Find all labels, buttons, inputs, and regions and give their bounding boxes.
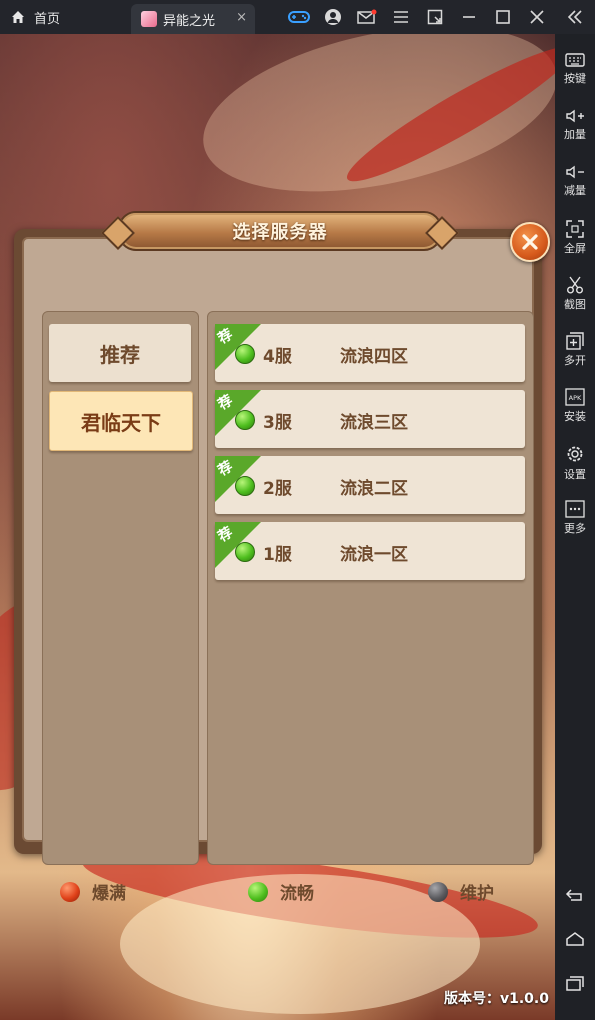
recent-apps-icon [566, 976, 584, 991]
game-tab[interactable]: 异能之光 × [131, 4, 255, 34]
android-home-button[interactable] [555, 924, 595, 954]
sidebar-item-label: 按键 [564, 72, 586, 85]
android-back-button[interactable] [555, 880, 595, 910]
server-list: 荐 4服 流浪四区 荐 3服 流浪三区 荐 2服 流浪二区 荐 1服 流浪一区 [207, 311, 534, 865]
gear-icon [567, 446, 583, 462]
server-number: 4服 [263, 347, 292, 367]
volume-up-icon [566, 109, 584, 123]
game-tab-label: 异能之光 [163, 13, 216, 29]
server-name: 流浪二区 [340, 479, 408, 499]
sidebar-item-install-apk[interactable]: APK 安装 [555, 388, 595, 440]
emulator-sidebar: 按键 加量 减量 全屏 截图 多开 APK 安装 设置 更多 [555, 34, 595, 1020]
sidebar-item-label: 安装 [564, 410, 586, 423]
status-red-icon [60, 881, 80, 902]
dialog-frame: 推荐 君临天下 荐 4服 流浪四区 荐 3服 流浪三区 荐 2服 流浪二区 荐 … [14, 229, 542, 904]
mail-icon[interactable] [353, 0, 381, 34]
more-icon [565, 500, 585, 518]
close-window-icon[interactable] [523, 0, 551, 34]
legend-full: 爆满 [60, 879, 126, 904]
legend-smooth: 流畅 [248, 879, 314, 904]
server-name: 流浪一区 [340, 545, 408, 565]
sidebar-item-label: 截图 [564, 298, 586, 311]
version-label: 版本号：v1.0.0 [444, 991, 549, 1007]
legend-maintenance: 维护 [428, 879, 494, 904]
sidebar-item-keymap[interactable]: 按键 [555, 52, 595, 104]
status-green-icon [235, 542, 255, 562]
collapse-sidebar-icon[interactable] [561, 0, 589, 34]
server-row-3[interactable]: 荐 3服 流浪三区 [215, 390, 525, 448]
svg-text:APK: APK [569, 394, 582, 402]
category-junlin-tianxia[interactable]: 君临天下 [49, 391, 193, 451]
game-app-icon [141, 11, 157, 27]
menu-icon[interactable] [387, 0, 415, 34]
status-green-icon [235, 344, 255, 364]
server-name: 流浪四区 [340, 347, 408, 367]
tab-close-icon[interactable]: × [236, 10, 247, 25]
home-tab-label: 首页 [34, 11, 61, 27]
sidebar-item-multi-instance[interactable]: 多开 [555, 332, 595, 384]
volume-down-icon [566, 165, 584, 179]
sidebar-item-label: 更多 [564, 522, 586, 535]
scissors-icon [567, 276, 583, 294]
apk-install-icon: APK [565, 388, 585, 406]
user-avatar-icon[interactable] [319, 0, 347, 34]
dialog-title: 选择服务器 [232, 222, 328, 243]
status-green-icon [235, 410, 255, 430]
sidebar-item-volume-up[interactable]: 加量 [555, 108, 595, 160]
sidebar-item-fullscreen[interactable]: 全屏 [555, 220, 595, 272]
sidebar-item-label: 加量 [564, 128, 586, 141]
legend-label: 流畅 [280, 884, 314, 904]
category-recommended[interactable]: 推荐 [49, 324, 191, 382]
android-recents-button[interactable] [555, 968, 595, 998]
close-icon [522, 234, 538, 250]
popout-icon[interactable] [421, 0, 449, 34]
minimize-icon[interactable] [455, 0, 483, 34]
status-legend: 爆满 流畅 维护 [42, 875, 532, 909]
server-number: 3服 [263, 413, 292, 433]
home-icon [12, 11, 24, 23]
legend-label: 维护 [460, 884, 494, 904]
fullscreen-icon [566, 220, 584, 238]
dialog-title-plate: 选择服务器 [101, 211, 459, 251]
sidebar-item-volume-down[interactable]: 减量 [555, 164, 595, 216]
maximize-icon[interactable] [489, 0, 517, 34]
game-viewport[interactable]: 推荐 君临天下 荐 4服 流浪四区 荐 3服 流浪三区 荐 2服 流浪二区 荐 … [0, 34, 555, 1020]
server-row-4[interactable]: 荐 4服 流浪四区 [215, 324, 525, 382]
back-icon [565, 889, 582, 901]
gamepad-icon[interactable] [285, 0, 313, 34]
home-icon [566, 932, 584, 946]
legend-label: 爆满 [92, 884, 126, 904]
server-number: 1服 [263, 545, 292, 565]
multi-instance-icon [566, 332, 584, 350]
sidebar-item-screenshot[interactable]: 截图 [555, 276, 595, 328]
category-label: 推荐 [100, 342, 140, 367]
server-number: 2服 [263, 479, 292, 499]
close-dialog-button[interactable] [510, 222, 550, 262]
category-label: 君临天下 [81, 410, 161, 435]
sidebar-item-label: 全屏 [564, 242, 586, 255]
server-row-1[interactable]: 荐 1服 流浪一区 [215, 522, 525, 580]
sidebar-item-label: 减量 [564, 184, 586, 197]
window-titlebar: 首页 异能之光 × [0, 0, 595, 34]
sidebar-item-settings[interactable]: 设置 [555, 444, 595, 496]
server-row-2[interactable]: 荐 2服 流浪二区 [215, 456, 525, 514]
status-green-icon [248, 881, 268, 902]
dialog-body: 推荐 君临天下 荐 4服 流浪四区 荐 3服 流浪三区 荐 2服 流浪二区 荐 … [22, 237, 534, 904]
home-tab[interactable]: 首页 [10, 0, 122, 34]
sidebar-item-label: 设置 [564, 468, 586, 481]
status-gray-icon [428, 881, 448, 902]
server-select-dialog: 推荐 君临天下 荐 4服 流浪四区 荐 3服 流浪三区 荐 2服 流浪二区 荐 … [14, 199, 550, 904]
server-name: 流浪三区 [340, 413, 408, 433]
status-green-icon [235, 476, 255, 496]
sidebar-item-label: 多开 [564, 354, 586, 367]
category-list: 推荐 君临天下 [42, 311, 199, 865]
background-art [188, 34, 555, 220]
sidebar-item-more[interactable]: 更多 [555, 500, 595, 552]
keyboard-icon [565, 53, 585, 67]
